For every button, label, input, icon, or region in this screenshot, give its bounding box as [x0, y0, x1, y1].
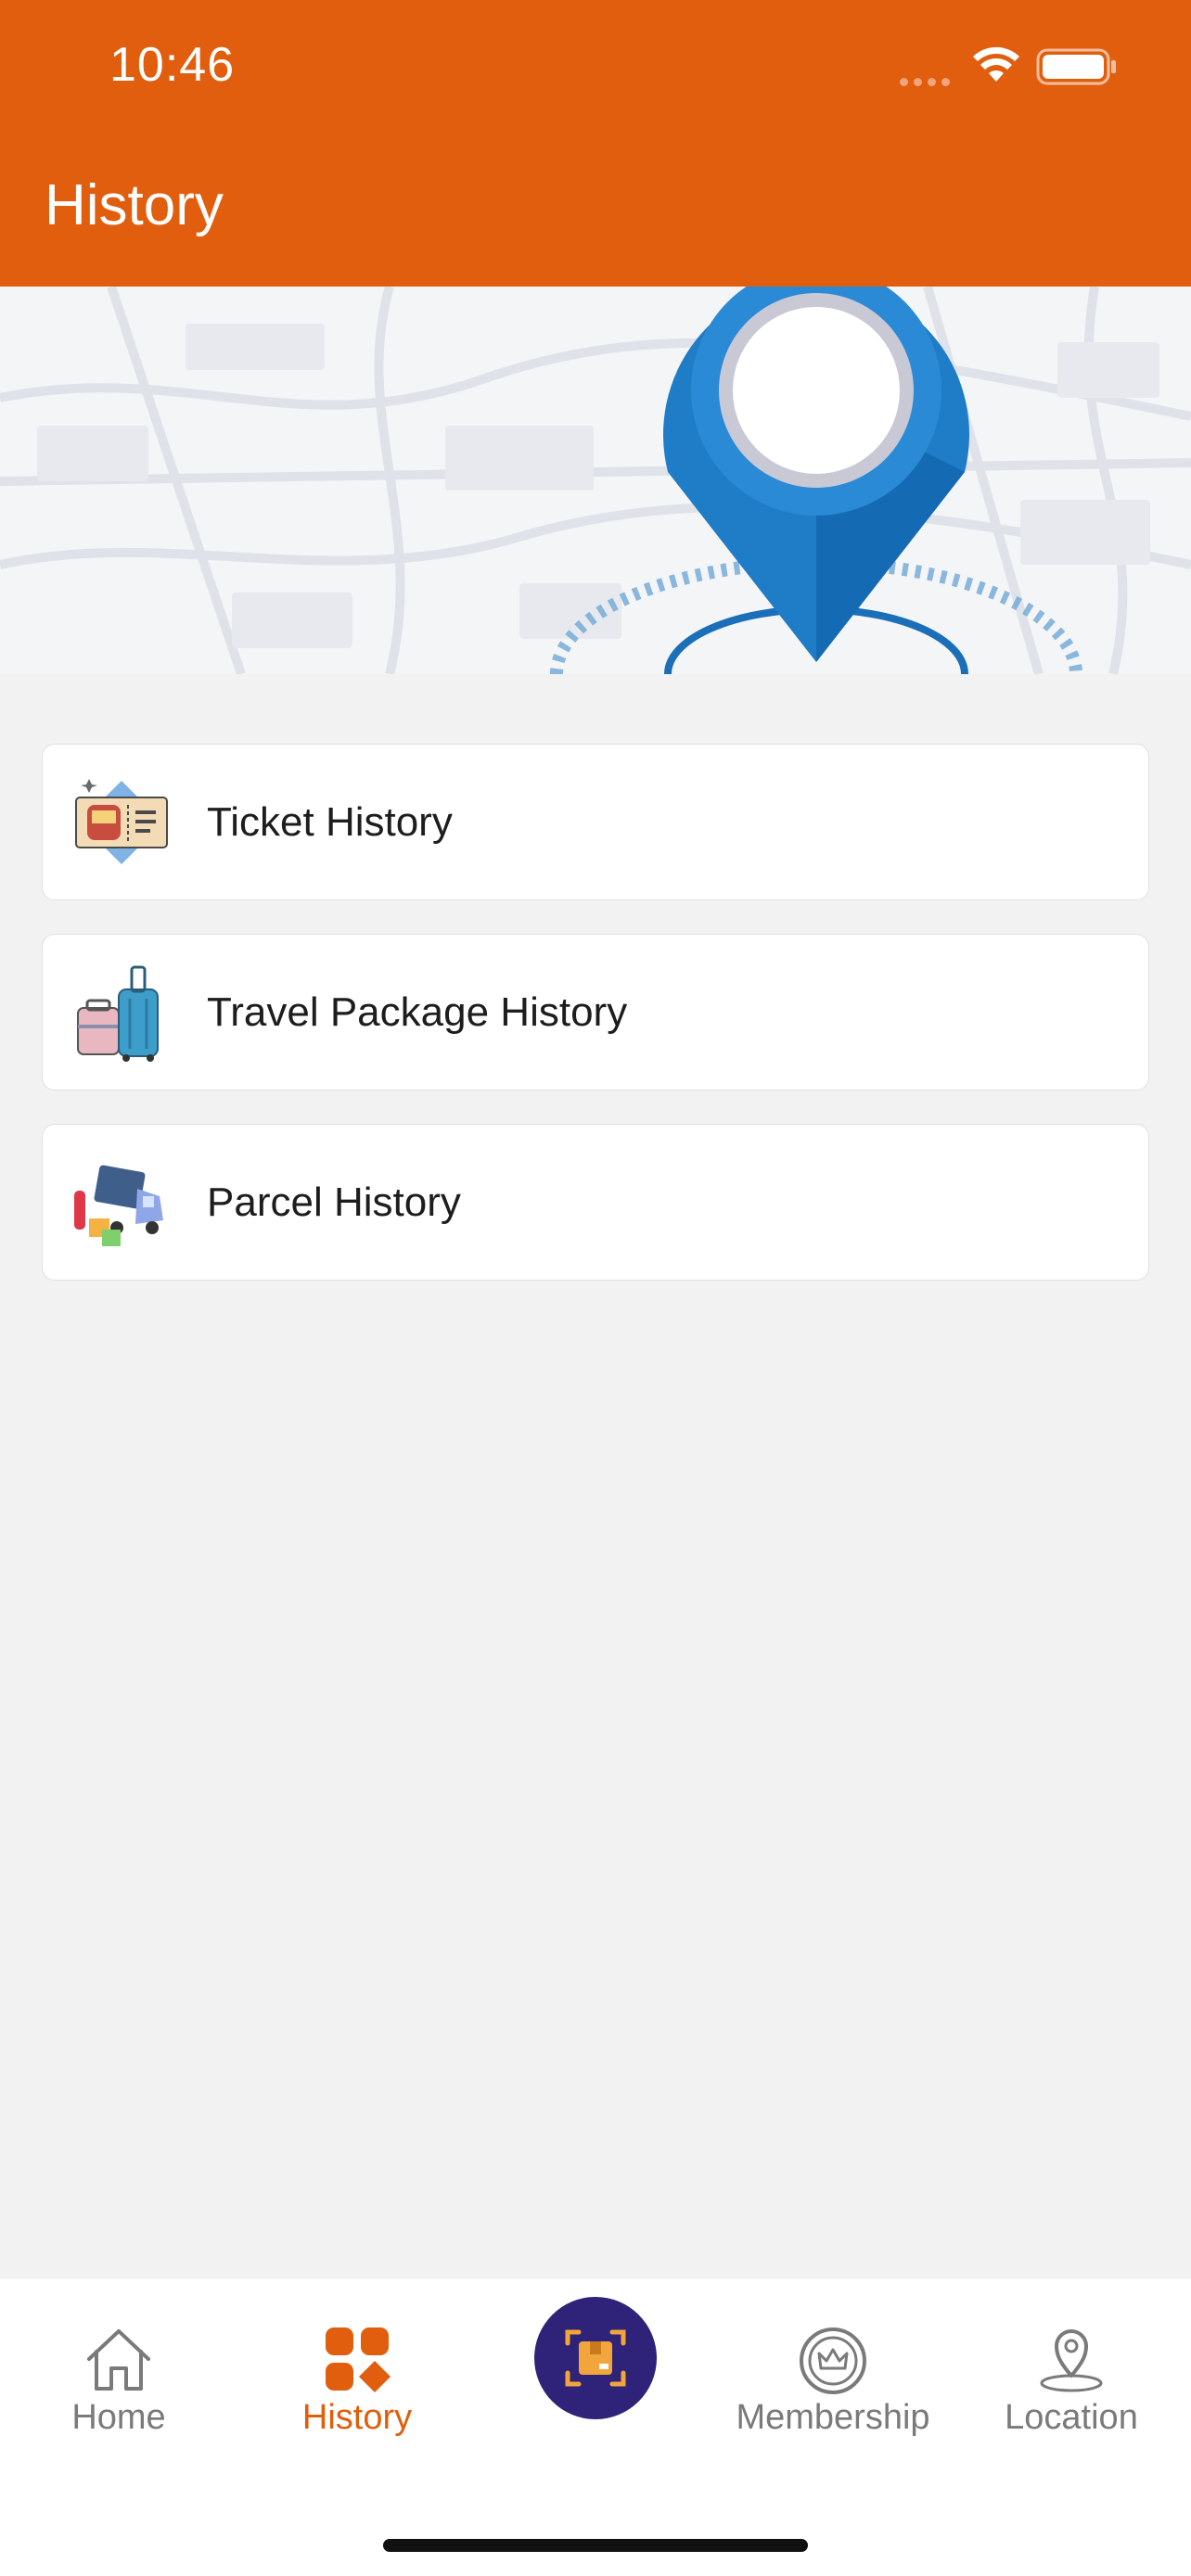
home-icon [87, 2329, 150, 2391]
luggage-icon [77, 965, 159, 1062]
tab-home[interactable]: Home [17, 2324, 221, 2438]
battery-icon [1036, 48, 1116, 85]
wifi-icon [973, 46, 1019, 82]
status-time: 10:46 [109, 38, 236, 92]
parcel-history-label: Parcel History [207, 1179, 461, 1225]
ticket-history-label: Ticket History [207, 798, 453, 845]
delivery-truck-icon [74, 1165, 163, 1246]
parcel-history-item[interactable]: Parcel History [42, 1124, 1149, 1281]
location-pin-icon [1040, 2329, 1103, 2392]
ticket-history-item[interactable]: Ticket History [42, 744, 1149, 900]
scan-box-icon [565, 2329, 626, 2387]
home-indicator [383, 2539, 808, 2552]
banner-map-image [0, 287, 1191, 674]
tab-location-label: Location [1005, 2398, 1138, 2437]
tab-membership[interactable]: Membership [731, 2324, 935, 2438]
tab-home-label: Home [71, 2398, 166, 2437]
ticket-icon [75, 778, 168, 864]
history-list: Ticket History Travel Package History Pa… [42, 744, 1149, 1314]
cellular-signal-icon [900, 74, 955, 91]
tab-history-label: History [301, 2398, 413, 2437]
travel-package-history-item[interactable]: Travel Package History [42, 934, 1149, 1090]
tab-history[interactable]: History [255, 2324, 459, 2438]
app-header: 10:46 History [0, 0, 1191, 287]
page-title: History [45, 173, 224, 237]
travel-package-history-label: Travel Package History [207, 988, 628, 1035]
tab-location[interactable]: Location [969, 2324, 1173, 2438]
crown-badge-icon [800, 2327, 866, 2394]
scan-parcel-button[interactable] [534, 2297, 657, 2419]
map-pin-illustration [0, 287, 1191, 674]
tab-membership-label: Membership [736, 2398, 930, 2437]
grid-icon [326, 2327, 391, 2392]
